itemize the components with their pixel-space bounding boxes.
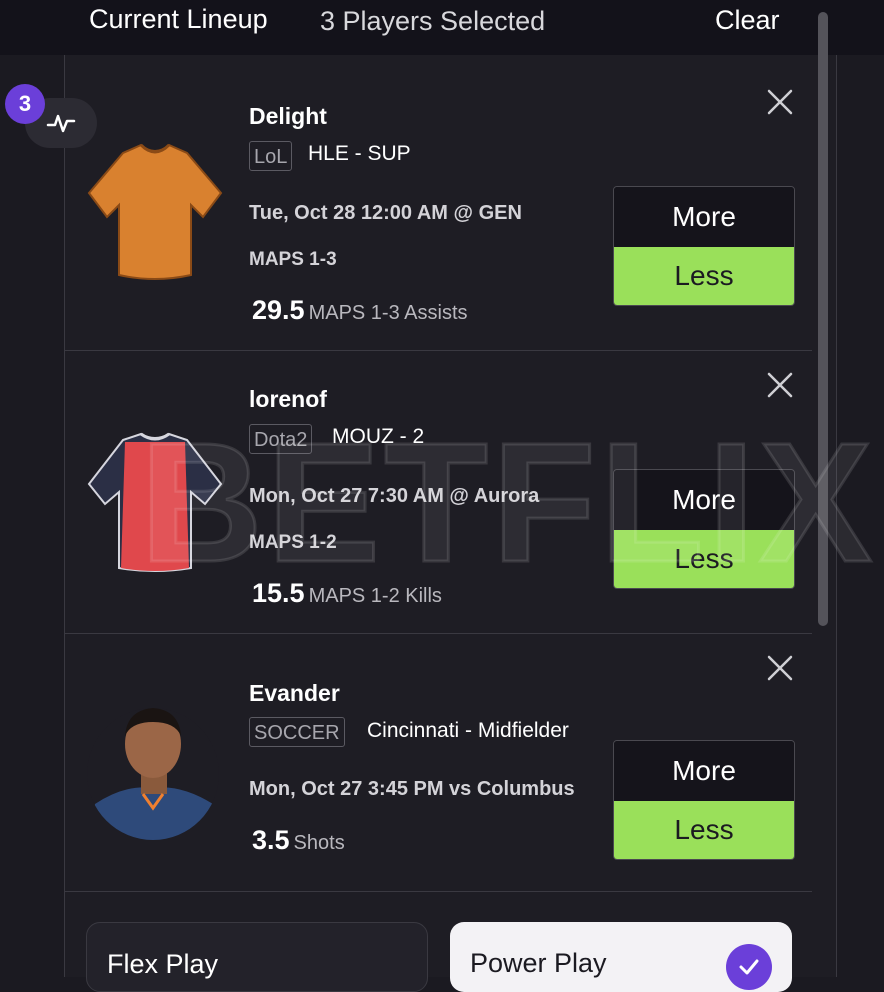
more-button[interactable]: More bbox=[614, 741, 794, 801]
player-headshot bbox=[87, 708, 219, 840]
power-play-option[interactable]: Power Play bbox=[450, 922, 792, 992]
line-stat: MAPS 1-3 Assists bbox=[308, 302, 468, 324]
game-info: Mon, Oct 27 7:30 AM @ Aurora bbox=[249, 485, 540, 507]
player-card: Delight LoL HLE - SUP Tue, Oct 28 12:00 … bbox=[65, 55, 812, 351]
player-team-position: Cincinnati - Midfielder bbox=[367, 719, 569, 742]
game-info: Mon, Oct 27 3:45 PM vs Columbus bbox=[249, 778, 575, 800]
projection-line: 29.5 MAPS 1-3 Assists bbox=[252, 295, 468, 326]
remove-player-icon[interactable] bbox=[765, 370, 795, 400]
less-button-selected[interactable]: Less bbox=[614, 247, 794, 305]
less-button-selected[interactable]: Less bbox=[614, 801, 794, 859]
more-less-toggle: More Less bbox=[613, 469, 795, 589]
player-name: Delight bbox=[249, 103, 327, 129]
activity-pulse-icon bbox=[46, 114, 76, 133]
more-button[interactable]: More bbox=[614, 470, 794, 530]
line-value: 29.5 bbox=[252, 295, 305, 325]
flex-play-option[interactable]: Flex Play bbox=[86, 922, 428, 992]
more-button[interactable]: More bbox=[614, 187, 794, 247]
remove-player-icon[interactable] bbox=[765, 653, 795, 683]
more-less-toggle: More Less bbox=[613, 186, 795, 306]
remove-player-icon[interactable] bbox=[765, 87, 795, 117]
panel-right-border bbox=[836, 0, 837, 977]
lineup-title: Current Lineup bbox=[89, 4, 268, 34]
lineup-count-badge: 3 bbox=[5, 84, 45, 124]
lineup-header: Current Lineup 3 Players Selected Clear bbox=[0, 0, 884, 55]
player-name: lorenof bbox=[249, 386, 327, 412]
sport-tag: Dota2 bbox=[249, 424, 313, 454]
flex-play-label: Flex Play bbox=[107, 949, 219, 979]
card-divider bbox=[65, 891, 812, 892]
sport-tag: LoL bbox=[249, 141, 293, 171]
scrollbar[interactable] bbox=[818, 12, 828, 626]
line-stat: MAPS 1-2 Kills bbox=[308, 585, 442, 607]
clear-button[interactable]: Clear bbox=[715, 5, 780, 36]
orange-jersey-icon bbox=[87, 143, 223, 280]
maps-range: MAPS 1-3 bbox=[249, 249, 337, 270]
more-less-toggle: More Less bbox=[613, 740, 795, 860]
players-selected-count: 3 Players Selected bbox=[320, 6, 546, 36]
power-play-label: Power Play bbox=[470, 948, 607, 978]
line-value: 3.5 bbox=[252, 825, 290, 855]
selected-check-icon bbox=[726, 944, 772, 990]
line-value: 15.5 bbox=[252, 578, 305, 608]
player-team-position: MOUZ - 2 bbox=[332, 425, 425, 448]
game-info: Tue, Oct 28 12:00 AM @ GEN bbox=[249, 202, 522, 224]
projection-line: 15.5 MAPS 1-2 Kills bbox=[252, 578, 442, 609]
player-team-position: HLE - SUP bbox=[308, 142, 411, 165]
player-name: Evander bbox=[249, 680, 340, 706]
red-jersey-icon bbox=[87, 432, 223, 572]
player-card: lorenof Dota2 MOUZ - 2 Mon, Oct 27 7:30 … bbox=[65, 351, 812, 634]
sport-tag: SOCCER bbox=[249, 717, 345, 747]
maps-range: MAPS 1-2 bbox=[249, 532, 337, 553]
less-button-selected[interactable]: Less bbox=[614, 530, 794, 588]
projection-line: 3.5 Shots bbox=[252, 825, 345, 856]
player-card: Evander SOCCER Cincinnati - Midfielder M… bbox=[65, 634, 812, 892]
line-stat: Shots bbox=[293, 832, 345, 854]
